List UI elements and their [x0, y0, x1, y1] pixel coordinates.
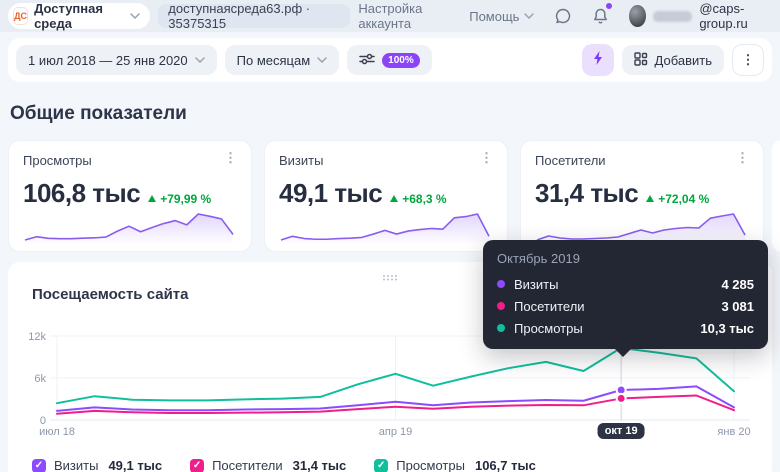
counter-logo: ДС: [13, 7, 28, 25]
kebab-icon[interactable]: ⋮: [224, 153, 237, 163]
kebab-icon[interactable]: ⋮: [736, 153, 749, 163]
legend-value: 49,1 тыс: [108, 458, 162, 472]
sliders-icon: [359, 52, 375, 69]
lightning-icon: [592, 50, 604, 71]
tooltip-arrow: [615, 349, 631, 357]
next-card-partial: [772, 140, 780, 252]
tooltip-value: 10,3 тыс: [700, 321, 754, 336]
tooltip-label: Визиты: [514, 277, 558, 292]
x-axis-labels: июл 18 апр 19 окт 19 янв 20: [8, 426, 763, 446]
tooltip-label: Просмотры: [514, 321, 583, 336]
quick-actions-button[interactable]: [582, 44, 614, 76]
section-title: Общие показатели: [10, 103, 770, 125]
account-settings-link[interactable]: Настройка аккаунта: [358, 1, 449, 31]
tooltip-value: 3 081: [721, 299, 754, 314]
card-title: Визиты: [279, 153, 323, 168]
card-delta: +72,04 %: [658, 192, 709, 206]
legend-value: 31,4 тыс: [293, 458, 347, 472]
counter-name: Доступная среда: [34, 1, 124, 31]
avatar: [629, 5, 645, 27]
tooltip-title: Октябрь 2019: [497, 251, 754, 266]
delta-up-icon: [148, 195, 156, 202]
chevron-down-icon: [130, 13, 140, 19]
checkbox-checked-icon: ✓: [32, 459, 46, 472]
tooltip-label: Посетители: [514, 299, 585, 314]
chat-icon[interactable]: [554, 7, 572, 25]
date-range-selector[interactable]: 1 июл 2018 — 25 янв 2020: [16, 45, 217, 75]
chevron-down-icon: [195, 57, 205, 63]
top-header: ДС Доступная среда доступнаясреда63.рф ·…: [0, 0, 780, 32]
notification-dot: [606, 3, 612, 9]
chevron-down-icon: [317, 57, 327, 63]
add-widget-label: Добавить: [655, 53, 712, 68]
series-dot-icon: [497, 280, 505, 288]
date-range-value: 1 июл 2018 — 25 янв 2020: [28, 53, 188, 68]
card-title: Просмотры: [23, 153, 92, 168]
card-value: 49,1 тыс: [279, 178, 382, 209]
summary-cards-row: Просмотры ⋮ 106,8 тыс +79,99 % Визиты ⋮ …: [8, 140, 764, 252]
x-tick: июл 18: [39, 426, 75, 438]
card-visitors[interactable]: Посетители ⋮ 31,4 тыс +72,04 %: [520, 140, 764, 252]
chart-tooltip: Октябрь 2019 Визиты 4 285 Посетители 3 0…: [483, 240, 768, 349]
kebab-icon: ⋮: [742, 55, 755, 65]
card-sparkline: [277, 209, 493, 245]
tooltip-value: 4 285: [721, 277, 754, 292]
chart-legend: ✓ Визиты 49,1 тыс ✓ Посетители 31,4 тыс …: [32, 458, 536, 472]
checkbox-checked-icon: ✓: [374, 459, 388, 472]
notifications-bell-icon[interactable]: [592, 7, 609, 25]
help-menu[interactable]: Помощь: [469, 9, 534, 24]
help-label: Помощь: [469, 9, 519, 24]
filters-toolbar: 1 июл 2018 — 25 янв 2020 По месяцам 100%…: [8, 38, 772, 82]
legend-item-views[interactable]: ✓ Просмотры 106,7 тыс: [374, 458, 536, 472]
tooltip-row-visits: Визиты 4 285: [497, 273, 754, 295]
user-email: @caps-group.ru: [699, 1, 768, 31]
x-tick: янв 20: [717, 426, 750, 438]
card-delta: +68,3 %: [402, 192, 446, 206]
legend-label: Посетители: [212, 458, 283, 472]
x-tick: апр 19: [379, 426, 412, 438]
delta-up-icon: [390, 195, 398, 202]
sampling-badge: 100%: [382, 53, 420, 68]
card-sparkline: [21, 209, 237, 245]
sampling-settings-button[interactable]: 100%: [347, 45, 432, 75]
tooltip-row-views: Просмотры 10,3 тыс: [497, 317, 754, 339]
svg-text:12k: 12k: [28, 331, 46, 343]
card-views[interactable]: Просмотры ⋮ 106,8 тыс +79,99 %: [8, 140, 252, 252]
checkbox-checked-icon: ✓: [190, 459, 204, 472]
legend-item-visits[interactable]: ✓ Визиты 49,1 тыс: [32, 458, 162, 472]
tooltip-row-visitors: Посетители 3 081: [497, 295, 754, 317]
counter-selector[interactable]: ДС Доступная среда: [8, 3, 150, 29]
legend-item-visitors[interactable]: ✓ Посетители 31,4 тыс: [190, 458, 346, 472]
kebab-icon[interactable]: ⋮: [480, 153, 493, 163]
series-dot-icon: [497, 324, 505, 332]
user-account[interactable]: @caps-group.ru: [629, 1, 768, 31]
legend-label: Визиты: [54, 458, 98, 472]
card-value: 31,4 тыс: [535, 178, 638, 209]
delta-up-icon: [646, 195, 654, 202]
counter-domain-id[interactable]: доступнаясреда63.рф · 35375315: [158, 4, 350, 28]
card-title: Посетители: [535, 153, 606, 168]
toolbar-kebab-menu[interactable]: ⋮: [732, 44, 764, 76]
series-dot-icon: [497, 302, 505, 310]
user-name-redacted: [653, 11, 693, 22]
svg-text:6k: 6k: [34, 373, 46, 385]
card-visits[interactable]: Визиты ⋮ 49,1 тыс +68,3 %: [264, 140, 508, 252]
chevron-down-icon: [524, 13, 534, 19]
x-tick-selected: окт 19: [598, 423, 645, 439]
legend-value: 106,7 тыс: [475, 458, 536, 472]
drag-handle-icon[interactable]: [382, 268, 398, 286]
widgets-grid-icon: [634, 52, 648, 69]
legend-label: Просмотры: [396, 458, 465, 472]
card-delta: +79,99 %: [160, 192, 211, 206]
card-value: 106,8 тыс: [23, 178, 140, 209]
add-widget-button[interactable]: Добавить: [622, 45, 724, 75]
grouping-selector[interactable]: По месяцам: [225, 45, 340, 75]
grouping-value: По месяцам: [237, 53, 311, 68]
